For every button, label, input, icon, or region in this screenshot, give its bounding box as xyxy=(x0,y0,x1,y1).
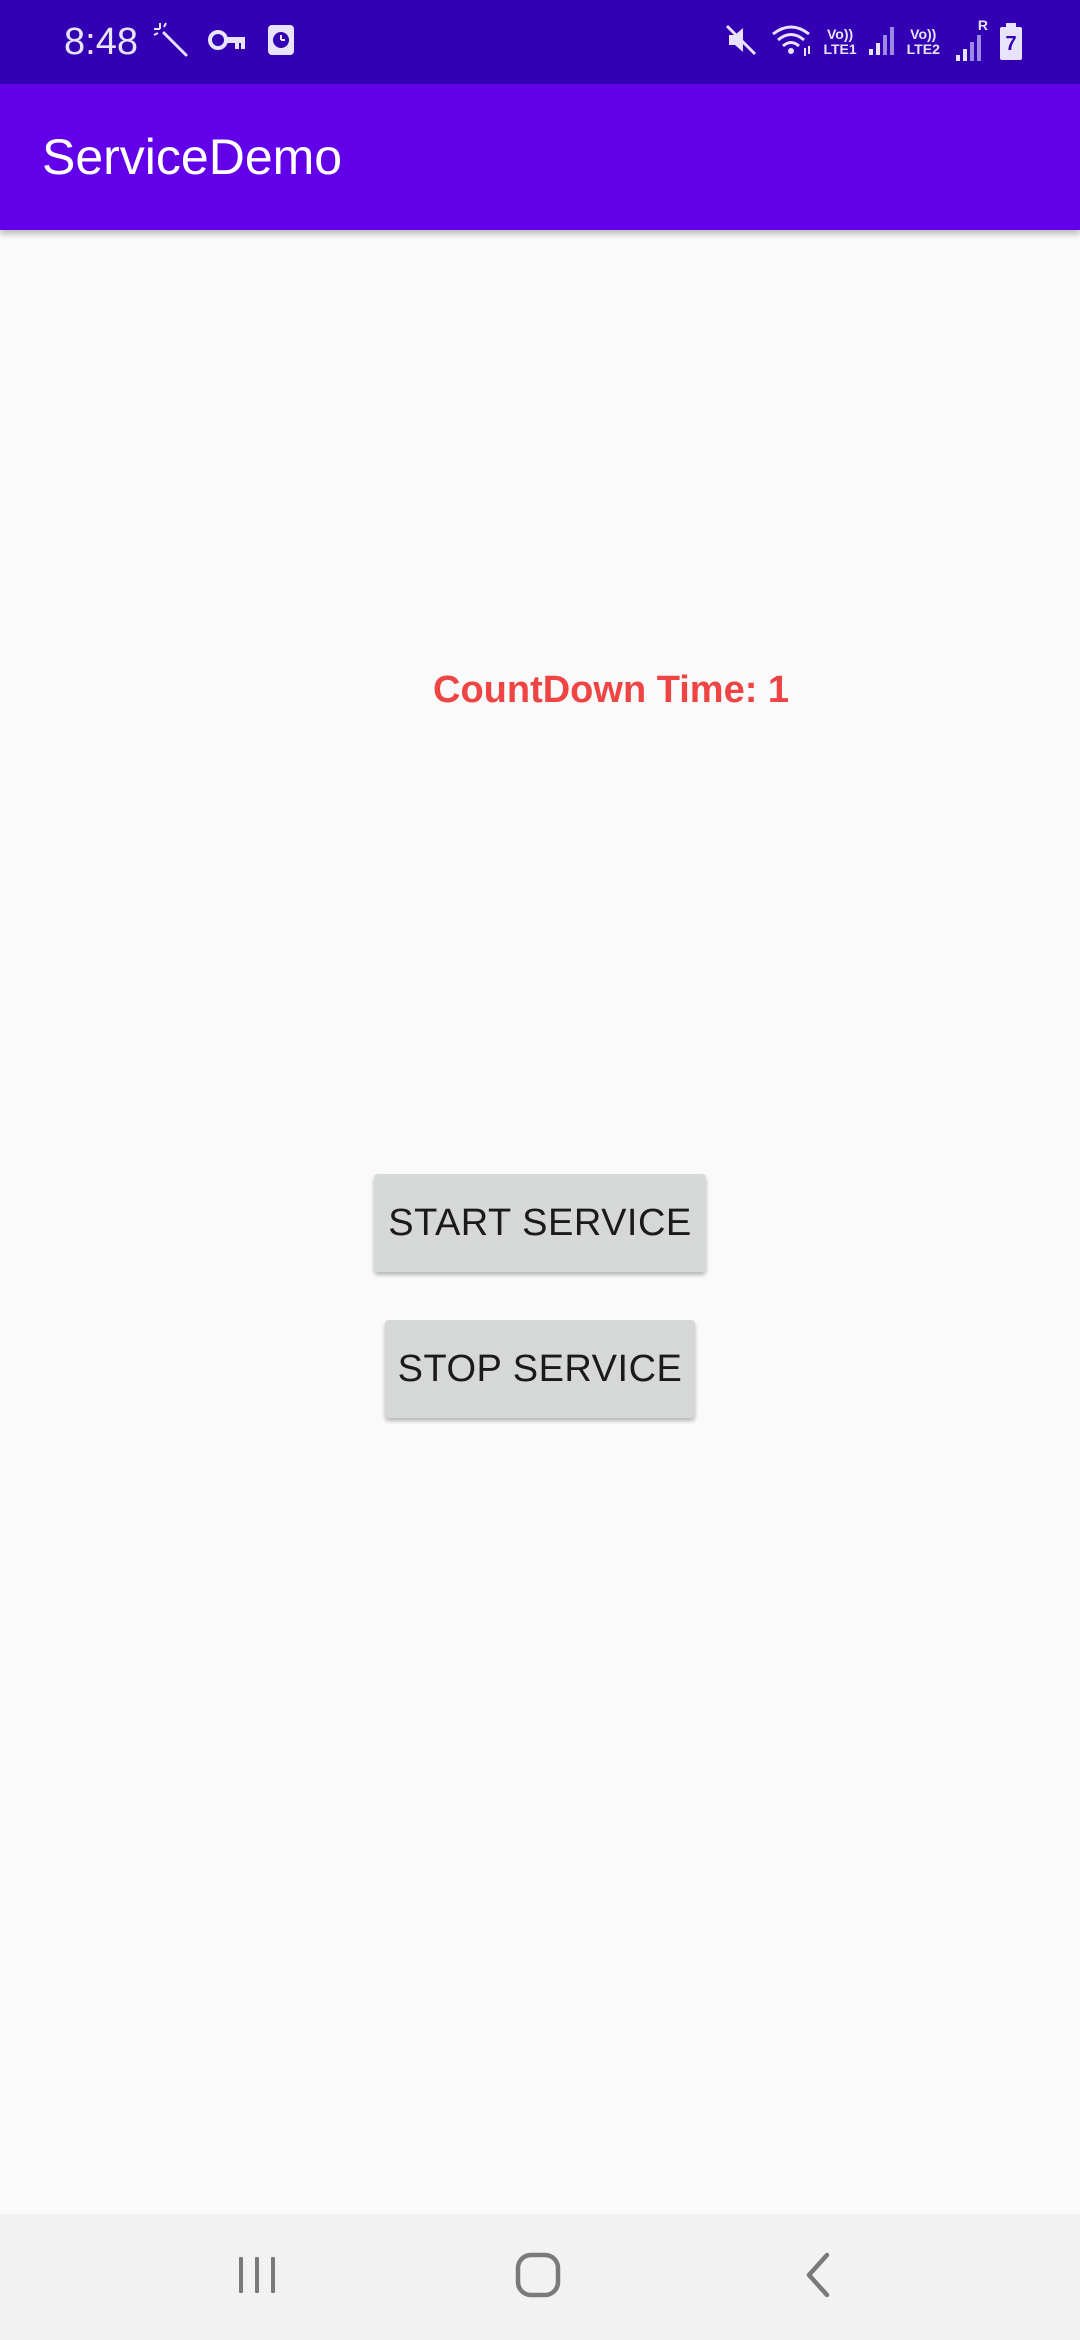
roaming-mark: R xyxy=(977,17,988,33)
back-button[interactable] xyxy=(759,2214,879,2340)
wifi-icon xyxy=(769,22,813,63)
start-service-button[interactable]: START SERVICE xyxy=(374,1174,706,1272)
battery-charging-icon: 7 xyxy=(998,22,1024,62)
signal-sim1-icon xyxy=(867,23,897,62)
home-button[interactable] xyxy=(478,2214,598,2340)
status-time: 8:48 xyxy=(64,21,138,63)
recents-button[interactable] xyxy=(197,2214,317,2340)
navigation-bar xyxy=(0,2214,1080,2340)
sim2-label-top: Vo)) xyxy=(910,26,937,42)
sim2-label: Vo)) LTE2 xyxy=(907,27,940,57)
back-icon xyxy=(799,2251,839,2304)
app-title: ServiceDemo xyxy=(42,129,343,185)
status-right-icons: Vo)) LTE1 Vo)) LTE2 R 7 xyxy=(723,16,1024,68)
recents-icon xyxy=(235,2255,279,2300)
home-icon xyxy=(514,2251,562,2304)
sim2-label-bottom: LTE2 xyxy=(906,41,940,57)
clock-badge-icon xyxy=(266,23,296,62)
status-bar: 8:48 Vo)) LTE1 Vo)) LTE2 R 7 xyxy=(0,0,1080,84)
app-bar: ServiceDemo xyxy=(0,84,1080,230)
signal-sim2-icon xyxy=(954,33,984,66)
sim1-label: Vo)) LTE1 xyxy=(823,27,856,57)
signal-sim2-group: R xyxy=(950,18,988,66)
sim1-label-bottom: LTE1 xyxy=(823,41,857,57)
magic-wand-icon xyxy=(152,21,190,64)
status-left-icons xyxy=(152,18,296,66)
stop-service-button[interactable]: STOP SERVICE xyxy=(385,1320,695,1418)
mute-icon xyxy=(723,22,759,63)
key-icon xyxy=(208,25,248,60)
sim1-label-top: Vo)) xyxy=(826,26,854,42)
battery-level: 7 xyxy=(1005,33,1017,55)
countdown-text: CountDown Time: 1 xyxy=(433,669,790,711)
